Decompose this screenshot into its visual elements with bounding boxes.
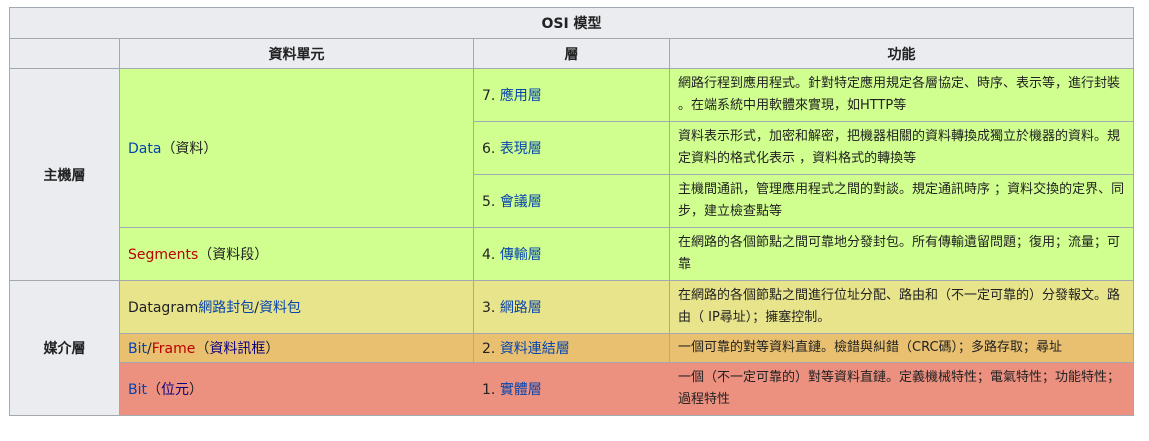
table-row: Segments（資料段） 4. 傳輸層 在網路的各個節點之間可靠地分發封包。所… — [10, 227, 1135, 281]
paren: （ — [195, 341, 210, 357]
layer-2-link[interactable]: 資料連結層 — [500, 341, 570, 357]
table-row: 主機層 Data（資料） 7. 應用層 網路行程到應用程式。針對特定應用規定各層… — [9, 68, 1135, 281]
osi-model-table: OSI 模型 資料單元 層 功能 主機層 Data（資料） 7. 應用層 網路行… — [8, 7, 1135, 416]
data-frame-link[interactable]: 資料訊框 — [209, 341, 265, 357]
header-data-unit: 資料單元 — [119, 38, 474, 69]
table-row: Bit/Frame（資料訊框） 2. 資料連結層 一個可靠的對等資料直鏈。檢錯與… — [10, 333, 1135, 363]
layer-number: 2. — [482, 341, 500, 357]
layer-number: 7. — [482, 88, 500, 104]
layer-number: 6. — [482, 141, 500, 157]
layer-4-link[interactable]: 傳輸層 — [500, 247, 542, 263]
layer-6: 6. 表現層 — [473, 121, 670, 175]
layer-3-link[interactable]: 網路層 — [500, 300, 542, 316]
data-link[interactable]: Data — [128, 141, 161, 157]
func-6: 資料表示形式，加密和解密，把機器相關的資料轉換成獨立於機器的資料。規定資料的格式… — [668, 121, 1135, 175]
layer-7-link[interactable]: 應用層 — [500, 88, 542, 104]
layer-7: 7. 應用層 — [473, 68, 670, 122]
header-function: 功能 — [668, 38, 1135, 69]
layer-5: 5. 會議層 — [473, 174, 670, 228]
unit-frame: Bit/Frame（資料訊框） — [119, 333, 474, 363]
layer-3: 3. 網路層 — [473, 280, 670, 334]
bit-link[interactable]: Bit — [128, 341, 147, 357]
frame-link[interactable]: Frame — [152, 341, 196, 357]
group-host: 主機層 — [9, 68, 120, 281]
datagram-link[interactable]: 資料包 — [259, 300, 301, 316]
layer-6-link[interactable]: 表現層 — [500, 141, 542, 157]
unit-datagram: Datagram網路封包/資料包 — [119, 280, 474, 334]
bit-unit-link[interactable]: 位元 — [161, 382, 189, 398]
bit-link-2[interactable]: Bit — [128, 382, 147, 398]
func-7: 網路行程到應用程式。針對特定應用規定各層協定、時序、表示等，進行封裝 。在端系統… — [668, 68, 1135, 122]
func-1: 一個（不一定可靠的）對等資料直鏈。定義機械特性；電氣特性；功能特性；過程特性 — [668, 362, 1135, 416]
layer-2: 2. 資料連結層 — [473, 333, 670, 363]
table-row: Bit（位元） 1. 實體層 一個（不一定可靠的）對等資料直鏈。定義機械特性；電… — [10, 362, 1135, 416]
data-unit-paren: （資料） — [161, 141, 218, 157]
empty-header-cell — [9, 38, 120, 69]
layer-number: 3. — [482, 300, 500, 316]
layer-number: 1. — [482, 382, 500, 398]
layer-5-link[interactable]: 會議層 — [500, 194, 542, 210]
func-5: 主機間通訊，管理應用程式之間的對談。規定通訊時序 ；資料交換的定界、同步，建立檢… — [668, 174, 1135, 228]
layer-1: 1. 實體層 — [473, 362, 670, 416]
header-layer: 層 — [473, 38, 670, 69]
paren: （ — [146, 382, 161, 398]
paren: ） — [188, 382, 203, 398]
datagram-text: Datagram — [128, 300, 199, 316]
segments-paren: （資料段） — [198, 247, 269, 263]
func-2: 一個可靠的對等資料直鏈。檢錯與糾錯（CRC碼）；多路存取；尋址 — [668, 333, 1135, 363]
layer-1-link[interactable]: 實體層 — [500, 382, 542, 398]
unit-bit: Bit（位元） — [119, 362, 474, 416]
table-row: 媒介層 Datagram網路封包/資料包 3. 網路層 在網路的各個節點之間進行… — [9, 280, 1135, 416]
func-3: 在網路的各個節點之間進行位址分配、路由和（不一定可靠的）分發報文。路由（ IP尋… — [668, 280, 1135, 334]
group-media: 媒介層 — [9, 280, 120, 416]
paren: ） — [265, 341, 280, 357]
layer-number: 5. — [482, 194, 500, 210]
layer-number: 4. — [482, 247, 500, 263]
func-4: 在網路的各個節點之間可靠地分發封包。所有傳輸遺留問題；復用；流量；可靠 — [668, 227, 1135, 281]
packet-link[interactable]: 網路封包 — [198, 300, 254, 316]
segments-link[interactable]: Segments — [128, 247, 198, 263]
unit-data: Data（資料） — [119, 68, 474, 228]
layer-4: 4. 傳輸層 — [473, 227, 670, 281]
table-title: OSI 模型 — [8, 7, 1135, 39]
unit-segments: Segments（資料段） — [119, 227, 474, 281]
